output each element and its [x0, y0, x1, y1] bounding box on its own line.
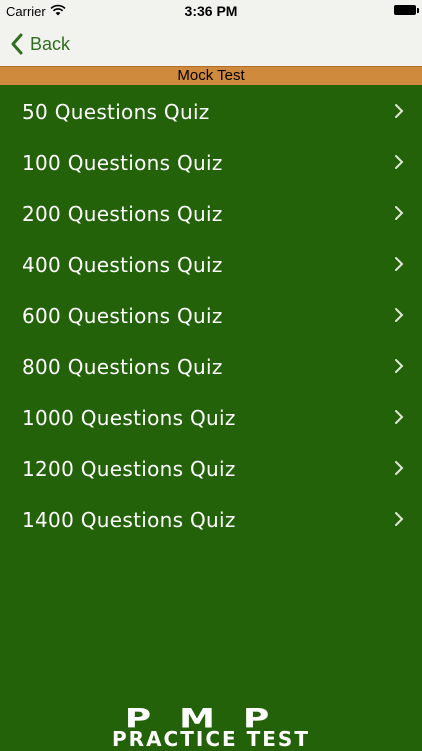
quiz-label: 200 Questions Quiz	[22, 202, 223, 226]
quiz-item[interactable]: 200 Questions Quiz	[0, 190, 422, 241]
quiz-item[interactable]: 600 Questions Quiz	[0, 292, 422, 343]
quiz-label: 1200 Questions Quiz	[22, 457, 236, 481]
quiz-item[interactable]: 1400 Questions Quiz	[0, 496, 422, 547]
chevron-right-icon	[395, 155, 404, 169]
logo-title: PMP	[124, 703, 298, 734]
quiz-label: 1000 Questions Quiz	[22, 406, 236, 430]
quiz-label: 400 Questions Quiz	[22, 253, 223, 277]
quiz-item[interactable]: 50 Questions Quiz	[0, 88, 422, 139]
chevron-right-icon	[395, 257, 404, 271]
chevron-right-icon	[395, 104, 404, 118]
top-bar: Carrier 3:36 PM Back	[0, 0, 422, 66]
quiz-label: 1400 Questions Quiz	[22, 508, 236, 532]
chevron-right-icon	[395, 308, 404, 322]
back-button[interactable]: Back	[10, 30, 70, 58]
battery-icon	[394, 5, 419, 15]
section-header: Mock Test	[0, 66, 422, 85]
quiz-item[interactable]: 100 Questions Quiz	[0, 139, 422, 190]
quiz-item[interactable]: 800 Questions Quiz	[0, 343, 422, 394]
chevron-right-icon	[395, 206, 404, 220]
quiz-label: 50 Questions Quiz	[22, 100, 210, 124]
quiz-item[interactable]: 1200 Questions Quiz	[0, 445, 422, 496]
status-bar: Carrier 3:36 PM	[0, 0, 422, 22]
chevron-right-icon	[395, 512, 404, 526]
chevron-right-icon	[395, 359, 404, 373]
chevron-right-icon	[395, 461, 404, 475]
chevron-right-icon	[395, 410, 404, 424]
status-time: 3:36 PM	[184, 3, 238, 19]
quiz-label: 100 Questions Quiz	[22, 151, 223, 175]
quiz-item[interactable]: 400 Questions Quiz	[0, 241, 422, 292]
navigation-bar: Back	[0, 22, 422, 66]
quiz-label: 600 Questions Quiz	[22, 304, 223, 328]
back-label: Back	[30, 33, 71, 54]
quiz-label: 800 Questions Quiz	[22, 355, 223, 379]
chevron-left-icon	[11, 33, 23, 55]
quiz-item[interactable]: 1000 Questions Quiz	[0, 394, 422, 445]
quiz-list: 50 Questions Quiz 100 Questions Quiz 200…	[0, 88, 422, 547]
pmp-logo: PMP PRACTICE TEST	[0, 700, 422, 750]
